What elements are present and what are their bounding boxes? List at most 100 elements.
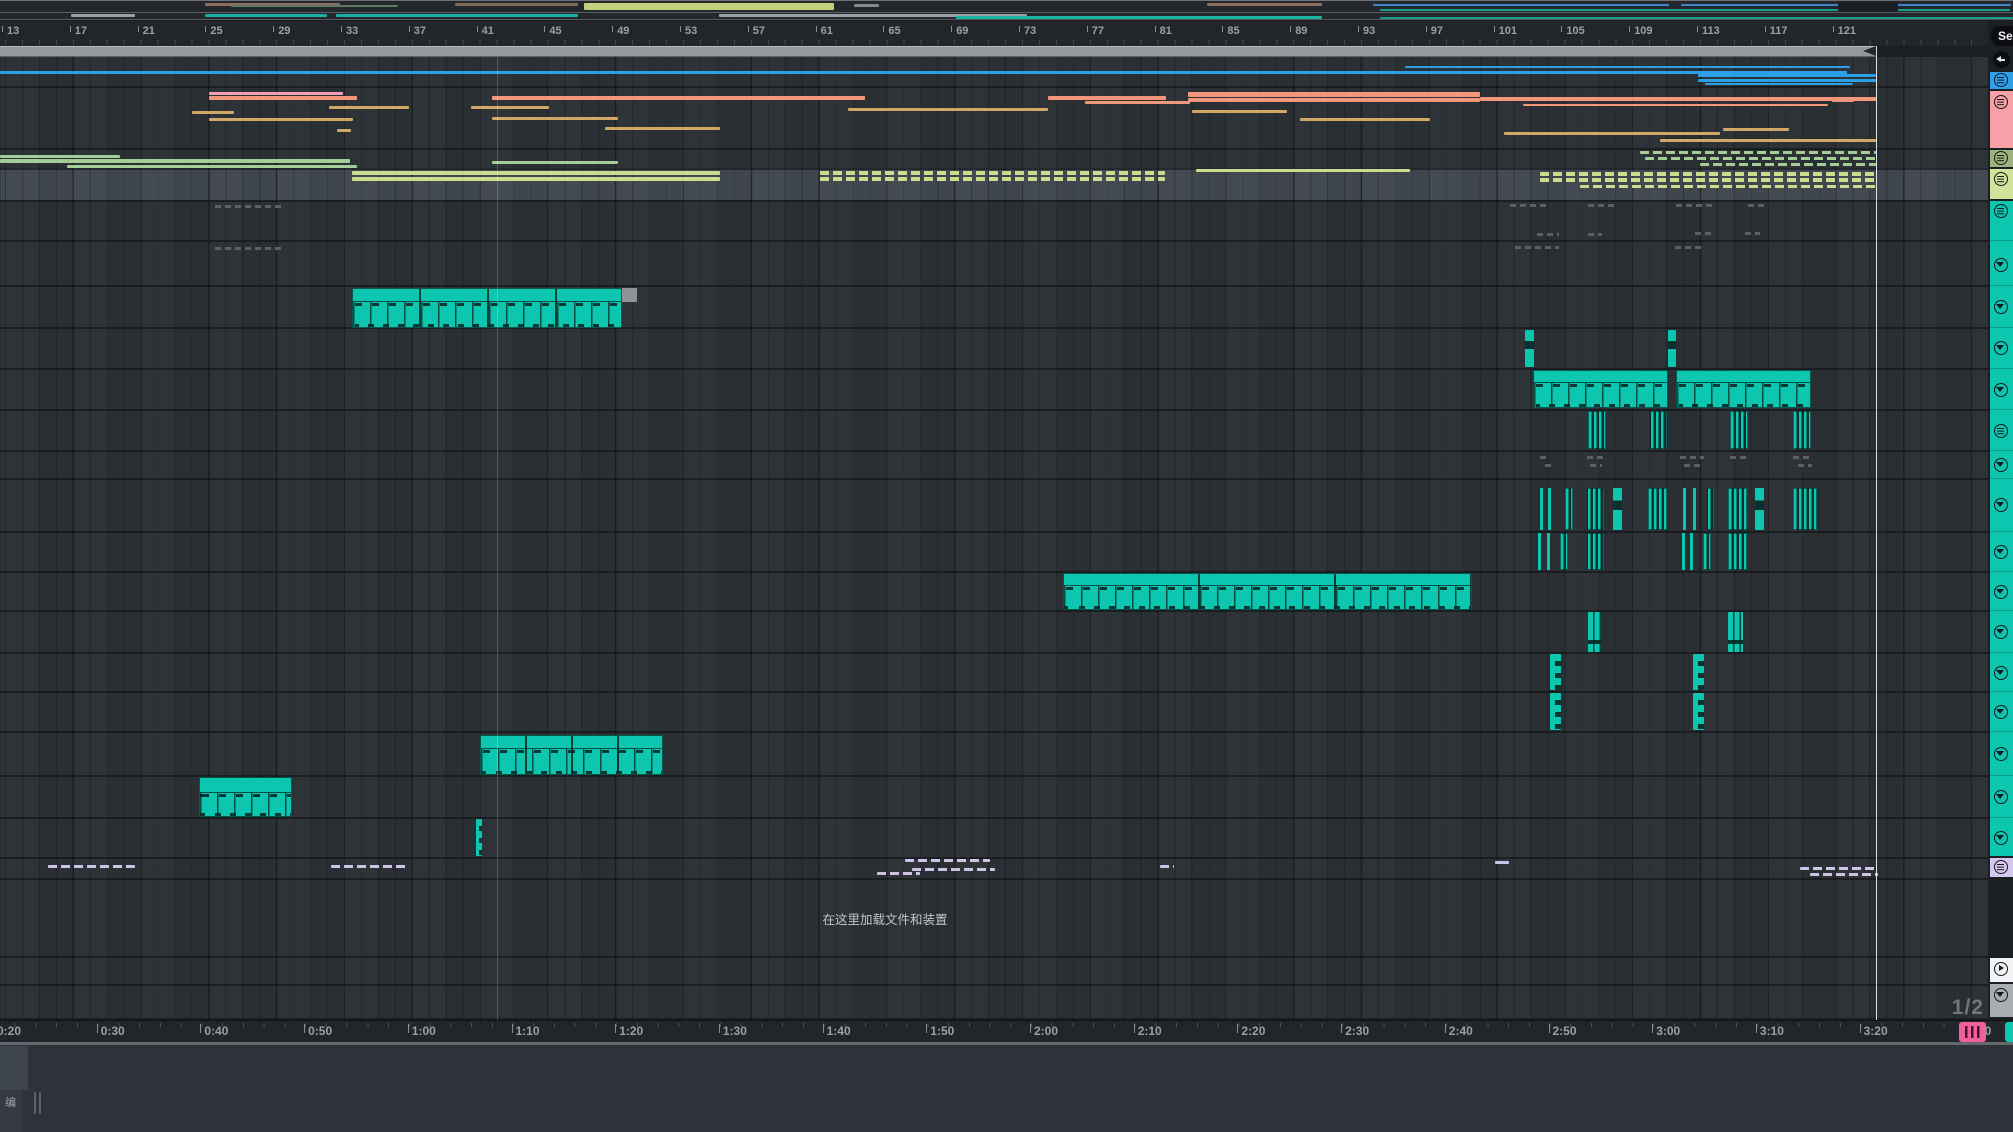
clip-stripe[interactable] (1703, 533, 1711, 570)
clip-dash[interactable] (1645, 157, 1876, 160)
clip-line[interactable] (848, 108, 1048, 111)
clip-stripe[interactable] (1793, 411, 1811, 449)
clip-solid[interactable] (1683, 488, 1686, 530)
menu-circle-icon[interactable] (1994, 424, 2008, 438)
teal-partial-icon[interactable] (2005, 1022, 2013, 1042)
clip-line[interactable] (1188, 98, 1480, 102)
tri-circle-icon[interactable] (1994, 988, 2008, 1002)
clip-solid[interactable] (1690, 533, 1693, 570)
clip-notch[interactable] (1755, 488, 1764, 530)
clip-dash[interactable] (1580, 185, 1876, 188)
clip-line[interactable] (1196, 169, 1410, 172)
clip-midi[interactable] (480, 735, 663, 775)
clip-stripe[interactable] (1793, 488, 1817, 530)
clip-dash[interactable] (48, 865, 135, 868)
clip-notch2[interactable] (1588, 612, 1601, 652)
clip-line[interactable] (67, 165, 357, 168)
menu-circle-icon[interactable] (1994, 95, 2008, 109)
tri-circle-icon[interactable] (1994, 831, 2008, 845)
clip-line[interactable] (192, 111, 234, 114)
clip-solid[interactable] (1682, 533, 1685, 570)
clip-line[interactable] (1660, 139, 1876, 142)
clip-solid[interactable] (1547, 533, 1550, 570)
clip-line[interactable] (1480, 97, 1876, 101)
clip-line[interactable] (1504, 132, 1720, 135)
clip-line[interactable] (1085, 101, 1190, 104)
clip-line[interactable] (1300, 118, 1430, 121)
clip-notch2[interactable] (1728, 612, 1743, 652)
clip-line[interactable] (209, 92, 343, 95)
clip-line[interactable] (492, 161, 618, 164)
clip-line[interactable] (1698, 74, 1876, 77)
back-arrow-icon[interactable] (1993, 51, 2010, 68)
clip-notch[interactable] (1613, 488, 1622, 530)
clip-dash[interactable] (1810, 873, 1878, 876)
clip-line[interactable] (492, 117, 618, 120)
menu-circle-icon[interactable] (1994, 73, 2008, 87)
clip-marks[interactable] (1693, 654, 1704, 690)
clip-dash[interactable] (1540, 178, 1876, 182)
arrangement-overview[interactable] (0, 0, 2013, 20)
clip-notch[interactable] (1525, 330, 1534, 367)
clip-line[interactable] (1405, 66, 1850, 68)
clip-line[interactable] (471, 106, 549, 109)
tri-circle-icon[interactable] (1994, 790, 2008, 804)
tri-circle-icon[interactable] (1994, 747, 2008, 761)
clip-midi[interactable] (352, 288, 622, 328)
clip-stripe[interactable] (1560, 533, 1568, 570)
clip-dash[interactable] (1540, 172, 1876, 176)
clip-solid[interactable] (1548, 488, 1551, 530)
clip-midi[interactable] (199, 777, 292, 817)
clip-stripe[interactable] (1728, 488, 1747, 530)
clip-line[interactable] (209, 96, 357, 100)
tri-circle-icon[interactable] (1994, 545, 2008, 559)
menu-circle-icon[interactable] (1994, 151, 2008, 165)
tri-circle-icon[interactable] (1994, 585, 2008, 599)
clip-line[interactable] (209, 118, 353, 121)
clip-stripe[interactable] (1648, 488, 1667, 530)
clip-dash[interactable] (905, 859, 990, 862)
tri-circle-icon[interactable] (1994, 666, 2008, 680)
clip-stripe[interactable] (1587, 488, 1604, 530)
clip-line[interactable] (352, 177, 720, 181)
clip-line[interactable] (1523, 104, 1828, 106)
menu-circle-icon[interactable] (1994, 172, 2008, 186)
clip-line[interactable] (1188, 92, 1480, 97)
clip-solid[interactable] (1540, 488, 1543, 530)
menu-circle-icon[interactable] (1994, 860, 2008, 874)
clip-marks[interactable] (1693, 693, 1704, 730)
clip-line[interactable] (352, 171, 720, 175)
clip-midi[interactable] (1676, 370, 1811, 408)
play-circle-icon[interactable] (1994, 962, 2008, 976)
tri-circle-icon[interactable] (1994, 258, 2008, 272)
tri-circle-icon[interactable] (1994, 383, 2008, 397)
clip-dash[interactable] (1800, 867, 1878, 870)
clip-midi[interactable] (1533, 370, 1668, 408)
clip-solid[interactable] (1693, 488, 1696, 530)
clip-marks[interactable] (476, 819, 482, 856)
clip-line[interactable] (492, 96, 865, 100)
clip-dash[interactable] (820, 177, 1165, 181)
tri-circle-icon[interactable] (1994, 498, 2008, 512)
detail-view-side-tab[interactable]: 编 (0, 1090, 22, 1132)
tri-circle-icon[interactable] (1994, 458, 2008, 472)
clip-line[interactable] (1192, 110, 1287, 113)
clip-line[interactable] (329, 106, 409, 109)
clip-stripe[interactable] (1728, 533, 1747, 570)
clip-notch[interactable] (1668, 330, 1676, 367)
bar-ruler[interactable]: 1317212529333741454953576165697377818589… (0, 21, 2013, 46)
clip-line[interactable] (605, 127, 720, 130)
clip-dash[interactable] (877, 872, 920, 875)
clip-dash[interactable] (1160, 865, 1174, 868)
clip-stripe[interactable] (1588, 411, 1606, 449)
tri-circle-icon[interactable] (1994, 341, 2008, 355)
clip-dash[interactable] (1640, 151, 1876, 154)
panel-resize-divider[interactable] (0, 1042, 2013, 1045)
clip-midi[interactable] (1063, 573, 1472, 610)
set-button[interactable]: Se (1991, 26, 2013, 46)
clip-line[interactable] (1698, 79, 1876, 82)
clip-stripe[interactable] (1730, 411, 1748, 449)
clip-line[interactable] (1048, 96, 1166, 100)
clip-line[interactable] (1832, 98, 1854, 102)
tri-circle-icon[interactable] (1994, 300, 2008, 314)
